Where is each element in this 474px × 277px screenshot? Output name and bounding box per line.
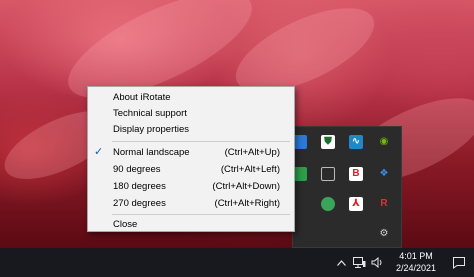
taskbar: 4:01 PM 2/24/2021 <box>0 248 474 277</box>
menu-item-label: About iRotate <box>113 92 171 103</box>
menu-item-label: Display properties <box>113 124 190 135</box>
menu-item-label: 90 degrees <box>113 164 161 175</box>
volume-icon[interactable] <box>369 248 385 277</box>
acrobat-icon[interactable]: ⅄ <box>349 197 363 211</box>
menu-item-label: Close <box>113 219 138 230</box>
menu-item-display-properties[interactable]: Display properties <box>88 121 294 137</box>
green-globe-icon[interactable] <box>321 197 335 211</box>
menu-item-shortcut: (Ctrl+Alt+Right) <box>214 198 280 209</box>
clock-date: 2/24/2021 <box>395 263 437 273</box>
menu-item-180-degrees[interactable]: 180 degrees (Ctrl+Alt+Down) <box>88 178 294 194</box>
menu-item-label: Technical support <box>113 108 187 119</box>
menu-item-shortcut: (Ctrl+Alt+Left) <box>220 164 280 175</box>
dropbox-icon[interactable]: ❖ <box>377 167 391 181</box>
menu-separator <box>112 214 290 215</box>
gear-icon[interactable]: ⚙ <box>377 227 391 241</box>
notification-icon[interactable] <box>448 248 470 277</box>
menu-item-label: 180 degrees <box>113 181 166 192</box>
blue-app-icon[interactable] <box>293 135 307 149</box>
menu-item-270-degrees[interactable]: 270 degrees (Ctrl+Alt+Right) <box>88 195 294 211</box>
menu-item-shortcut: (Ctrl+Alt+Down) <box>212 181 280 192</box>
menu-item-about[interactable]: About iRotate <box>88 89 294 105</box>
menu-item-90-degrees[interactable]: 90 degrees (Ctrl+Alt+Left) <box>88 161 294 177</box>
menu-item-normal-landscape[interactable]: ✓ Normal landscape (Ctrl+Alt+Up) <box>88 144 294 160</box>
menu-item-label: Normal landscape <box>113 147 190 158</box>
taskbar-clock[interactable]: 4:01 PM 2/24/2021 <box>390 250 442 274</box>
menu-item-label: 270 degrees <box>113 198 166 209</box>
tray-overflow-panel: ⛊ ∿ ◉ B ❖ ⅄ R ⚙ <box>292 126 402 248</box>
menu-item-shortcut: (Ctrl+Alt+Up) <box>224 147 280 158</box>
checkmark-icon: ✓ <box>94 146 104 158</box>
clock-time: 4:01 PM <box>399 251 433 261</box>
waveform-icon[interactable]: ∿ <box>349 135 363 149</box>
chevron-up-icon[interactable] <box>334 248 348 277</box>
shield-icon[interactable]: ⛊ <box>321 135 335 149</box>
window-icon[interactable] <box>321 167 335 181</box>
network-icon[interactable] <box>351 248 367 277</box>
menu-item-close[interactable]: Close <box>88 216 294 232</box>
irotate-context-menu: About iRotate Technical support Display … <box>87 86 295 232</box>
menu-separator <box>112 141 290 142</box>
red-r-icon[interactable]: R <box>377 197 391 211</box>
menu-item-technical-support[interactable]: Technical support <box>88 105 294 121</box>
nvidia-icon[interactable]: ◉ <box>377 135 391 149</box>
red-b-icon[interactable]: B <box>349 167 363 181</box>
green-app-icon[interactable] <box>293 167 307 181</box>
